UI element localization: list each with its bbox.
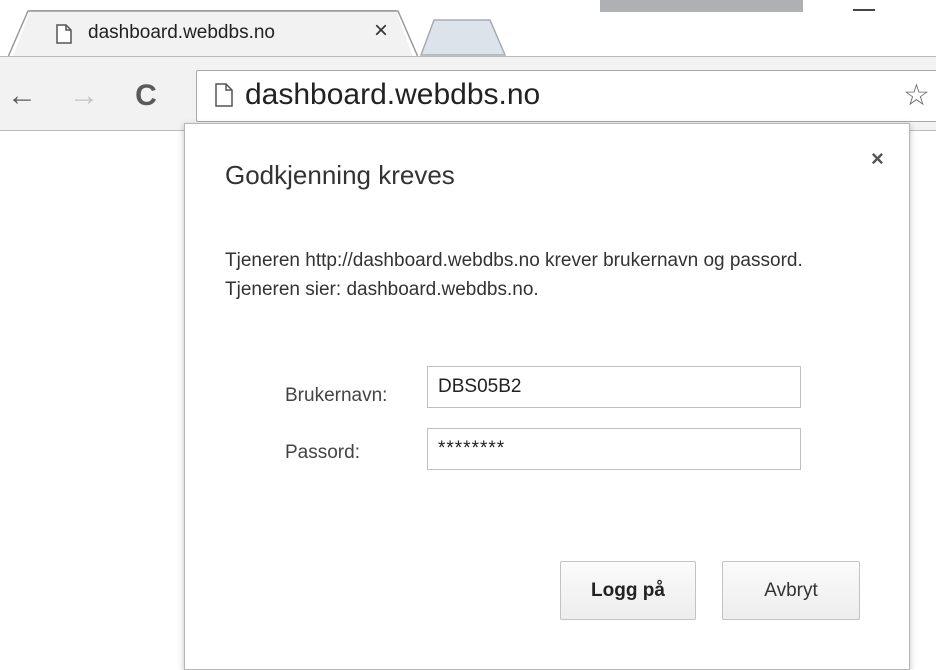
password-input[interactable] (427, 428, 801, 470)
forward-button[interactable]: → (64, 74, 104, 118)
tab-close-icon[interactable]: × (374, 19, 388, 43)
auth-dialog: × Godkjenning kreves Tjeneren http://das… (184, 123, 910, 670)
login-button[interactable]: Logg på (560, 561, 696, 620)
page-icon (215, 83, 233, 107)
dialog-message: Tjeneren http://dashboard.webdbs.no krev… (225, 250, 803, 300)
cancel-button[interactable]: Avbryt (722, 561, 860, 620)
tab-title: dashboard.webdbs.no (88, 22, 275, 43)
browser-titlebar: dashboard.webdbs.no × (0, 0, 936, 65)
dialog-close-icon[interactable]: × (871, 146, 884, 172)
star-icon[interactable]: ☆ (903, 77, 930, 115)
titlebar-window-region (600, 0, 803, 12)
minimize-icon[interactable] (853, 0, 875, 11)
password-label: Passord: (285, 442, 360, 463)
new-tab-button[interactable] (420, 18, 506, 56)
address-bar-url[interactable]: dashboard.webdbs.no (245, 78, 540, 112)
username-input[interactable] (427, 366, 801, 408)
dialog-title: Godkjenning kreves (225, 160, 455, 190)
address-bar[interactable]: dashboard.webdbs.no ☆ (196, 70, 936, 122)
page-icon (56, 24, 72, 44)
back-button[interactable]: ← (2, 74, 42, 118)
browser-toolbar: ← → C dashboard.webdbs.no ☆ (0, 64, 936, 131)
reload-button[interactable]: C (126, 74, 166, 118)
username-label: Brukernavn: (285, 385, 388, 406)
